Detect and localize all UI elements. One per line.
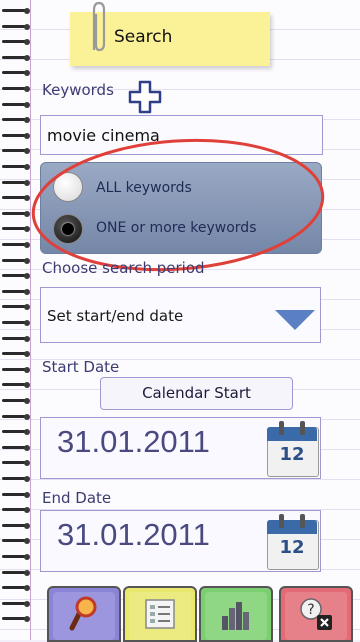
magnifier-icon: [69, 596, 97, 631]
spiral-ring: [2, 444, 30, 451]
spiral-ring: [2, 117, 30, 124]
start-date-field[interactable]: 31.01.2011 12: [40, 417, 321, 479]
radio-all-keywords[interactable]: [53, 172, 83, 202]
match-mode-radio-group: ALL keywords ONE or more keywords: [40, 162, 322, 254]
radio-one-or-more-label[interactable]: ONE or more keywords: [96, 220, 257, 236]
spiral-binding: [0, 0, 34, 640]
spiral-ring: [2, 148, 30, 155]
spiral-ring: [2, 585, 30, 592]
spiral-ring: [2, 164, 30, 170]
list-icon: [145, 599, 175, 629]
radio-selected-dot: [62, 223, 74, 235]
end-date-field[interactable]: 31.01.2011 12: [40, 510, 321, 572]
help-exit-tab-button[interactable]: ?: [279, 586, 353, 642]
keywords-input[interactable]: movie cinema: [40, 115, 323, 155]
spiral-ring: [2, 70, 30, 77]
spiral-ring: [2, 242, 30, 248]
spiral-ring: [2, 288, 30, 295]
paperclip-icon: [92, 1, 106, 52]
spiral-ring: [2, 507, 30, 514]
search-period-dropdown[interactable]: Set start/end date: [40, 287, 321, 343]
spiral-ring: [2, 210, 30, 217]
spiral-ring: [2, 86, 30, 92]
start-date-label: Start Date: [42, 358, 120, 376]
add-keyword-icon[interactable]: [128, 80, 162, 114]
spiral-ring: [2, 522, 30, 529]
end-date-label: End Date: [42, 489, 112, 507]
list-tab-button[interactable]: [123, 586, 197, 642]
statistics-tab-button[interactable]: [199, 586, 273, 642]
spiral-ring: [2, 538, 30, 545]
spiral-ring: [2, 195, 30, 202]
keywords-input-value: movie cinema: [47, 126, 160, 145]
spiral-ring: [2, 54, 30, 61]
spiral-ring: [2, 304, 30, 311]
dropdown-arrow-icon[interactable]: [275, 310, 315, 330]
spiral-ring: [2, 460, 30, 467]
spiral-ring: [2, 101, 30, 108]
spiral-ring: [2, 491, 30, 498]
spiral-ring: [2, 569, 30, 576]
end-calendar-icon[interactable]: 12: [267, 514, 319, 570]
spiral-ring: [2, 382, 30, 389]
spiral-ring: [2, 600, 30, 607]
spiral-ring: [2, 273, 30, 280]
radio-one-or-more-keywords[interactable]: [53, 214, 83, 244]
spiral-ring: [2, 616, 30, 623]
end-calendar-day: 12: [279, 537, 305, 558]
page-title: Search: [114, 27, 173, 47]
spiral-ring: [2, 554, 30, 560]
search-tab-button[interactable]: [47, 586, 121, 642]
start-calendar-day: 12: [279, 444, 305, 465]
spiral-ring: [2, 320, 30, 326]
radio-divider: [41, 207, 321, 208]
keywords-label: Keywords: [42, 81, 114, 99]
spiral-ring: [2, 429, 30, 436]
spiral-ring: [2, 335, 30, 342]
end-date-value: 31.01.2011: [57, 517, 210, 552]
start-date-value: 31.01.2011: [57, 424, 210, 459]
spiral-ring: [2, 8, 30, 14]
calendar-start-button[interactable]: Calendar Start: [100, 377, 293, 410]
search-period-label: Choose search period: [42, 259, 205, 277]
spiral-ring: [2, 132, 30, 139]
spiral-ring: [2, 226, 30, 233]
start-calendar-icon[interactable]: 12: [267, 421, 319, 477]
bottom-toolbar: ?: [40, 584, 360, 642]
spiral-ring: [2, 351, 30, 358]
radio-all-keywords-label[interactable]: ALL keywords: [96, 180, 192, 196]
spiral-ring: [2, 413, 30, 420]
search-period-value: Set start/end date: [47, 307, 184, 325]
spiral-ring: [2, 257, 30, 264]
spiral-ring: [2, 23, 30, 30]
spiral-ring: [2, 398, 30, 404]
spiral-ring: [2, 179, 30, 186]
help-close-icon: ?: [300, 598, 332, 630]
spiral-ring: [2, 476, 30, 482]
spiral-ring: [2, 366, 30, 373]
spiral-ring: [2, 39, 30, 46]
svg-text:?: ?: [307, 602, 314, 618]
bar-chart-icon: [222, 602, 249, 630]
